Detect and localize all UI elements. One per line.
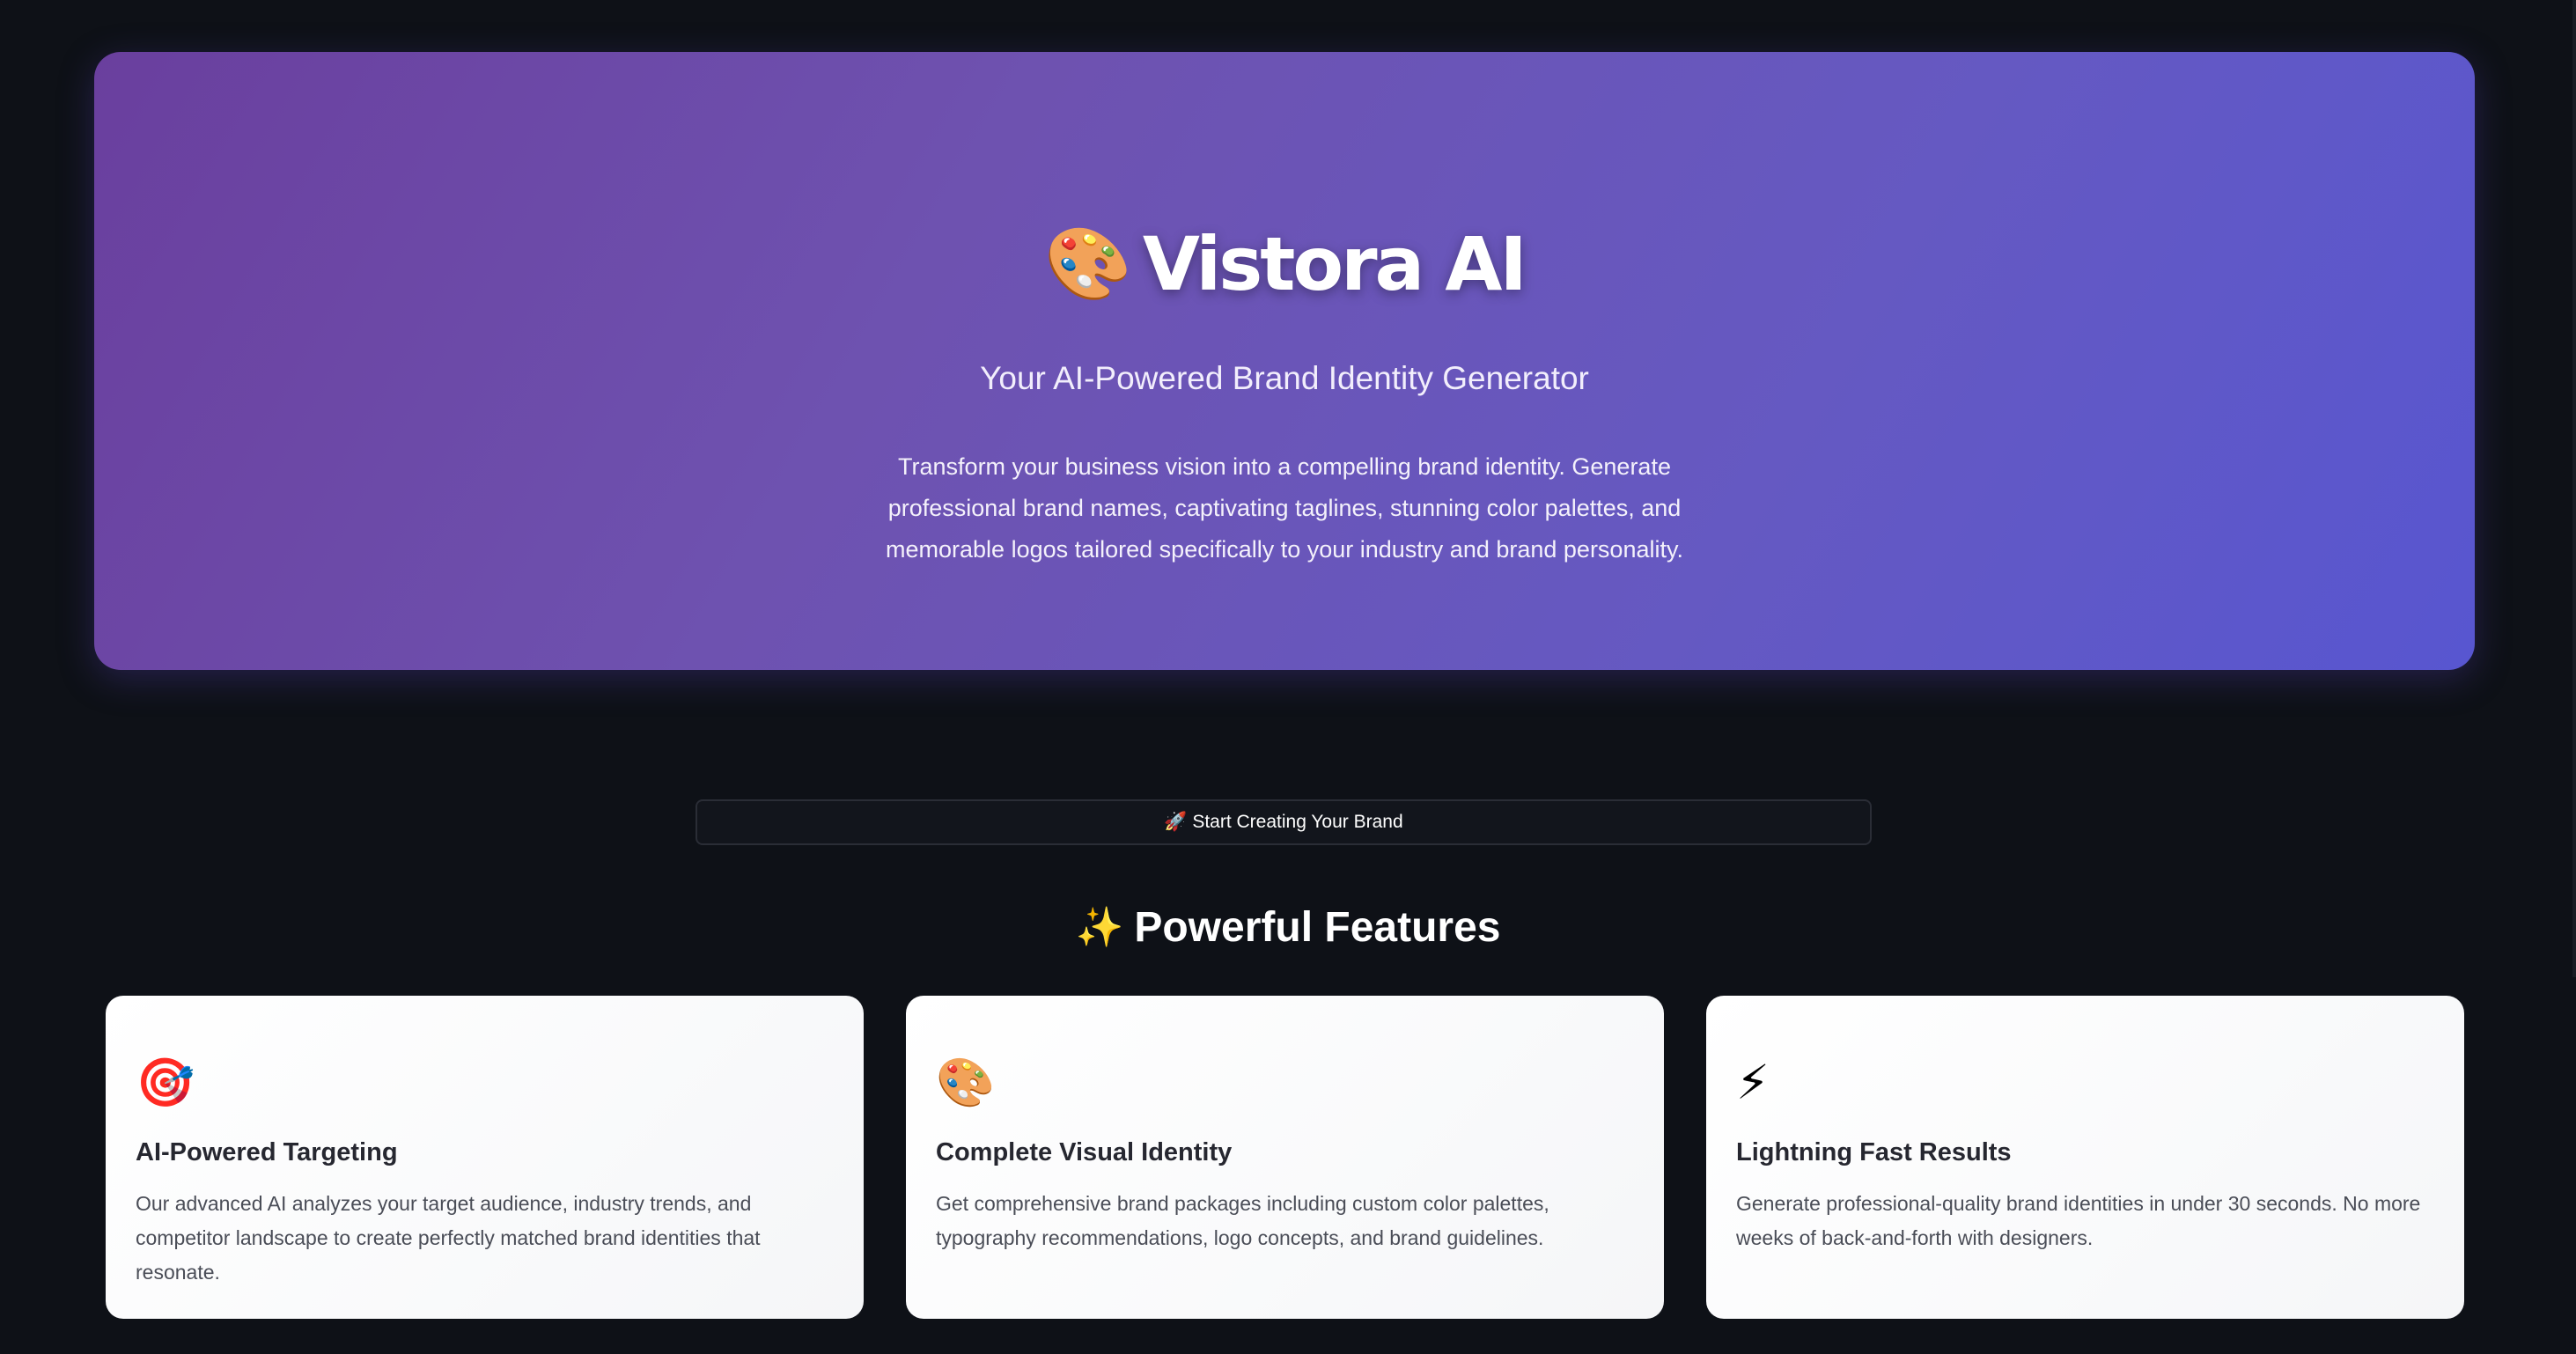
artist-palette-icon: 🎨: [1044, 223, 1132, 305]
hero-banner: 🎨 Vistora AI Your AI-Powered Brand Ident…: [94, 52, 2475, 670]
feature-card-description: Generate professional-quality brand iden…: [1736, 1192, 2421, 1249]
app-title: Vistora AI: [1142, 221, 1527, 307]
features-heading: ✨ Powerful Features: [0, 898, 2576, 956]
page-scrollbar[interactable]: [2572, 0, 2576, 977]
sparkles-icon: ✨: [1075, 905, 1124, 950]
feature-card-title: Lightning Fast Results: [1736, 1138, 2012, 1166]
feature-card-fast-results: ⚡ Lightning Fast Results Generate profes…: [1706, 996, 2464, 1319]
feature-card-title: Complete Visual Identity: [936, 1138, 1233, 1166]
feature-card-description: Our advanced AI analyzes your target aud…: [136, 1192, 761, 1284]
feature-card-ai-targeting: 🎯 AI-Powered Targeting Our advanced AI a…: [106, 996, 864, 1319]
hero-title: 🎨 Vistora AI: [94, 216, 2475, 313]
lightning-bolt-icon: ⚡: [1736, 1055, 1770, 1110]
feature-card-title: AI-Powered Targeting: [136, 1138, 398, 1166]
artist-palette-icon: 🎨: [936, 1055, 996, 1110]
features-heading-text: Powerful Features: [1134, 903, 1501, 951]
app-page: 🎨 Vistora AI Your AI-Powered Brand Ident…: [0, 0, 2576, 1354]
hero-description: Transform your business vision into a co…: [886, 453, 1683, 563]
feature-card-visual-identity: 🎨 Complete Visual Identity Get comprehen…: [906, 996, 1664, 1319]
feature-card-description: Get comprehensive brand packages includi…: [936, 1192, 1549, 1249]
hero-subtitle: Your AI-Powered Brand Identity Generator: [980, 360, 1589, 396]
start-creating-brand-button[interactable]: 🚀 Start Creating Your Brand: [696, 799, 1872, 845]
target-icon: 🎯: [136, 1055, 195, 1110]
